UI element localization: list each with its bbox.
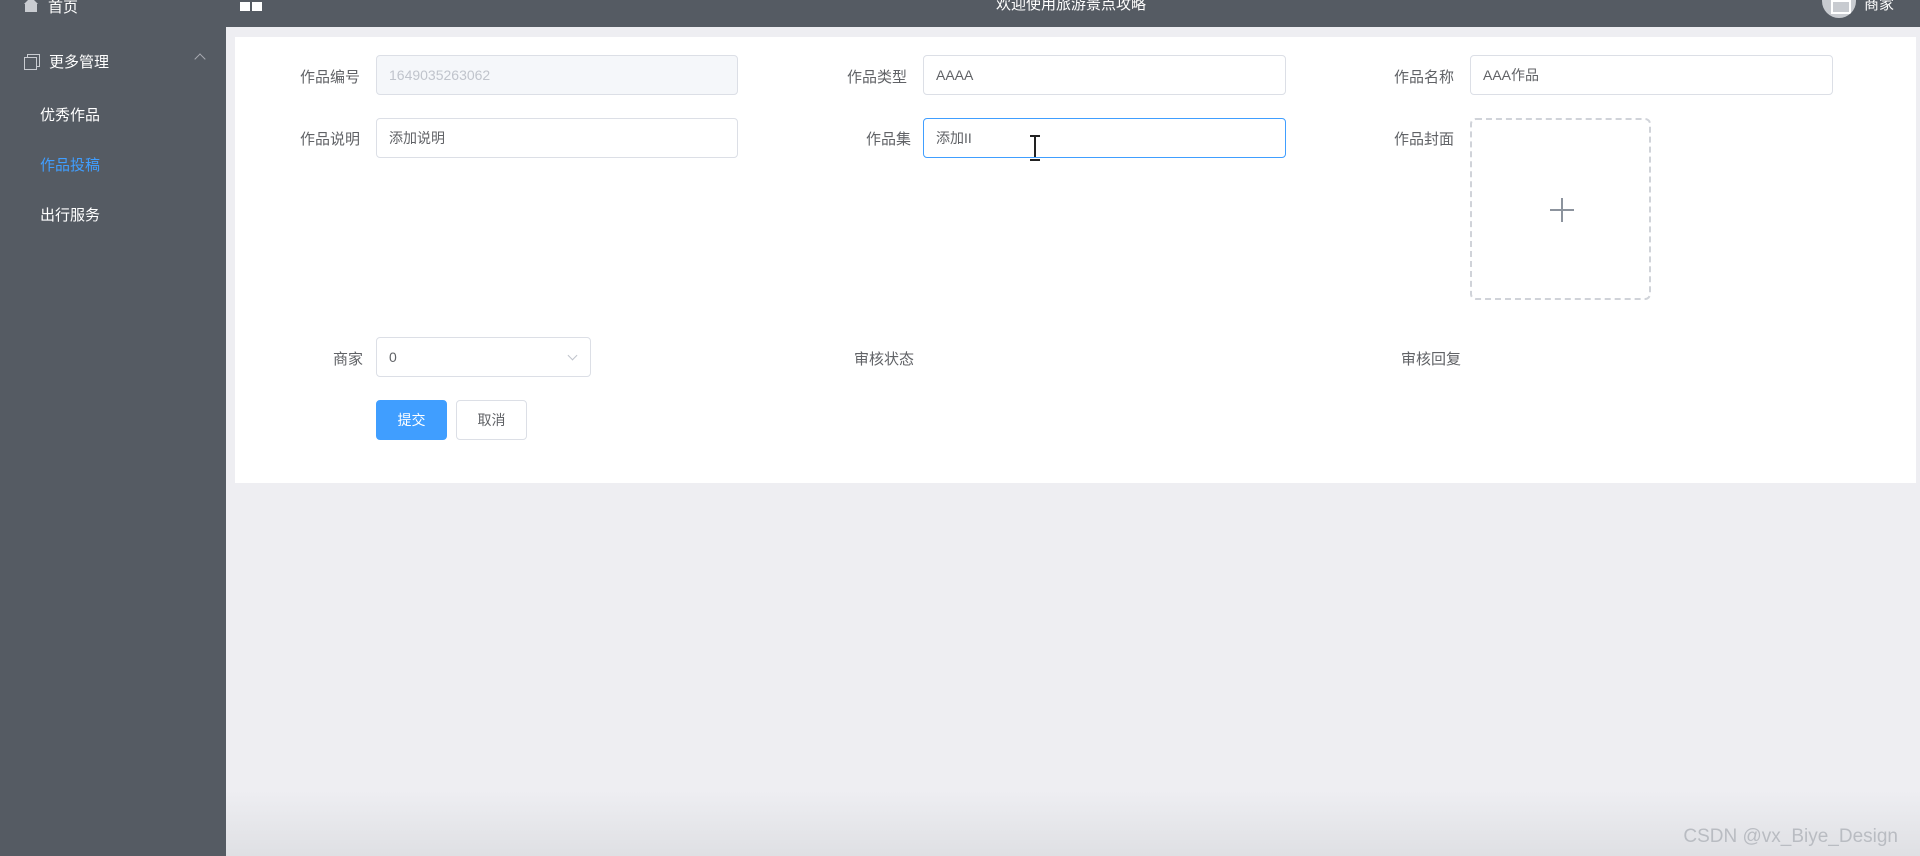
merchant-select[interactable]: 0 xyxy=(376,337,591,377)
bottom-area xyxy=(226,790,1920,856)
sidebar-group-label: 更多管理 xyxy=(49,53,110,71)
sidebar-item-home[interactable]: 首页 xyxy=(0,0,226,20)
work-set-label: 作品集 xyxy=(866,131,912,148)
sidebar-item-label: 首页 xyxy=(48,0,79,16)
work-desc-label: 作品说明 xyxy=(300,131,361,148)
welcome-title: 欢迎使用旅游景点攻略 xyxy=(996,0,1147,13)
work-name-field[interactable]: AAA作品 xyxy=(1470,55,1833,95)
copy-icon xyxy=(24,53,40,70)
sidebar-item-travel-service[interactable]: 出行服务 xyxy=(0,199,226,229)
sidebar-item-excellent-works[interactable]: 优秀作品 xyxy=(0,99,226,129)
sidebar-group-more-management[interactable]: 更多管理 xyxy=(0,46,226,76)
work-set-field[interactable]: 添加II xyxy=(923,118,1286,158)
menu-toggle-icon[interactable] xyxy=(240,2,262,11)
sidebar-item-label: 优秀作品 xyxy=(40,106,101,124)
chevron-down-icon xyxy=(567,350,578,361)
review-status-label: 审核状态 xyxy=(854,351,915,368)
home-icon xyxy=(24,0,38,12)
submit-button[interactable]: 提交 xyxy=(376,400,447,440)
topbar: 欢迎使用旅游景点攻略 商家 xyxy=(226,0,1920,27)
sidebar-item-label: 出行服务 xyxy=(40,206,101,224)
cancel-button[interactable]: 取消 xyxy=(456,400,527,440)
work-no-field: 1649035263062 xyxy=(376,55,738,95)
review-reply-label: 审核回复 xyxy=(1401,351,1462,368)
cover-upload[interactable] xyxy=(1470,118,1651,300)
text-cursor-icon xyxy=(1030,135,1040,161)
username[interactable]: 商家 xyxy=(1864,0,1894,14)
sidebar: 首页 更多管理 优秀作品 作品投稿 出行服务 xyxy=(0,0,226,856)
chevron-up-icon xyxy=(194,53,206,65)
avatar[interactable] xyxy=(1822,0,1856,18)
merchant-label: 商家 xyxy=(333,351,364,368)
work-type-label: 作品类型 xyxy=(847,69,908,86)
work-no-label: 作品编号 xyxy=(300,69,361,86)
watermark: CSDN @vx_Biye_Design xyxy=(1683,826,1898,847)
plus-icon xyxy=(1550,198,1574,222)
work-cover-label: 作品封面 xyxy=(1394,131,1455,148)
work-desc-field[interactable]: 添加说明 xyxy=(376,118,738,158)
work-type-field[interactable]: AAAA xyxy=(923,55,1286,95)
sidebar-item-work-submission[interactable]: 作品投稿 xyxy=(0,149,226,179)
merchant-select-value: 0 xyxy=(389,349,397,365)
work-name-label: 作品名称 xyxy=(1394,69,1455,86)
sidebar-item-label: 作品投稿 xyxy=(40,156,101,174)
